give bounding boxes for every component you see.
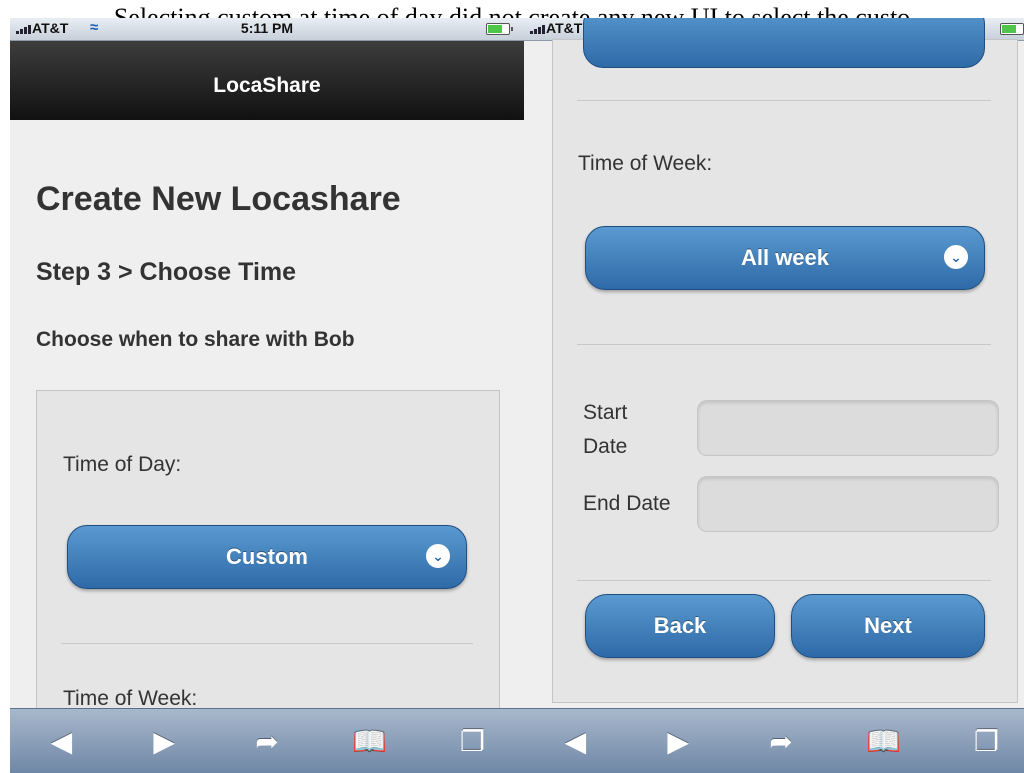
phone-screen-left: AT&T ≈ 5:11 PM LocaShare Create New Loca… — [10, 18, 524, 773]
share-icon[interactable]: ➦ — [237, 716, 297, 766]
divider — [61, 643, 473, 644]
back-button[interactable]: Back — [585, 594, 775, 658]
chevron-down-icon: ⌄ — [944, 245, 968, 269]
time-settings-card: Time of Day: Custom ⌄ Time of Week: — [36, 390, 500, 732]
browser-toolbar: ◀ ▶ ➦ 📖 ❐ — [10, 708, 524, 773]
main-content: Time of Week: All week ⌄ Start Date End … — [524, 18, 1024, 709]
app-title: LocaShare — [213, 74, 321, 97]
step-title: Step 3 > Choose Time — [36, 258, 297, 286]
time-of-day-select[interactable] — [583, 18, 985, 68]
main-content: Create New Locashare Step 3 > Choose Tim… — [10, 120, 524, 732]
chevron-down-icon: ⌄ — [426, 544, 450, 568]
back-arrow-icon[interactable]: ◀ — [545, 716, 605, 766]
time-of-week-select[interactable]: All week ⌄ — [585, 226, 985, 290]
bookmarks-icon[interactable]: 📖 — [854, 716, 914, 766]
start-date-field[interactable] — [697, 400, 999, 456]
back-arrow-icon[interactable]: ◀ — [31, 716, 91, 766]
phone-screen-right: AT&T ≈ 5:11 PM Time of Week: All week ⌄ … — [524, 18, 1024, 773]
forward-arrow-icon[interactable]: ▶ — [134, 716, 194, 766]
start-date-label: Start Date — [583, 396, 627, 464]
battery-icon — [1000, 23, 1024, 35]
browser-toolbar: ◀ ▶ ➦ 📖 ❐ — [524, 708, 1024, 773]
time-of-week-label: Time of Week: — [578, 152, 713, 175]
start-date-label-line2: Date — [583, 435, 628, 458]
next-button[interactable]: Next — [791, 594, 985, 658]
status-bar: AT&T ≈ 5:11 PM — [10, 18, 524, 41]
time-settings-card: Time of Week: All week ⌄ Start Date End … — [552, 18, 1018, 703]
tabs-icon[interactable]: ❐ — [957, 716, 1017, 766]
divider — [577, 580, 991, 581]
time-of-week-value: All week — [740, 245, 830, 270]
forward-arrow-icon[interactable]: ▶ — [648, 716, 708, 766]
divider — [577, 100, 991, 101]
page-title: Create New Locashare — [36, 180, 401, 218]
share-icon[interactable]: ➦ — [751, 716, 811, 766]
end-date-label: End Date — [583, 492, 671, 515]
time-of-day-select[interactable]: Custom ⌄ — [67, 525, 467, 589]
time-of-day-label: Time of Day: — [63, 453, 182, 476]
bookmarks-icon[interactable]: 📖 — [340, 716, 400, 766]
time-of-day-value: Custom — [226, 544, 308, 569]
share-subtitle: Choose when to share with Bob — [36, 328, 355, 351]
divider — [577, 344, 991, 345]
battery-icon — [486, 23, 513, 35]
clock: 5:11 PM — [240, 20, 294, 36]
app-header: LocaShare — [10, 41, 524, 120]
start-date-label-line1: Start — [583, 401, 628, 424]
tabs-icon[interactable]: ❐ — [443, 716, 503, 766]
end-date-field[interactable] — [697, 476, 999, 532]
